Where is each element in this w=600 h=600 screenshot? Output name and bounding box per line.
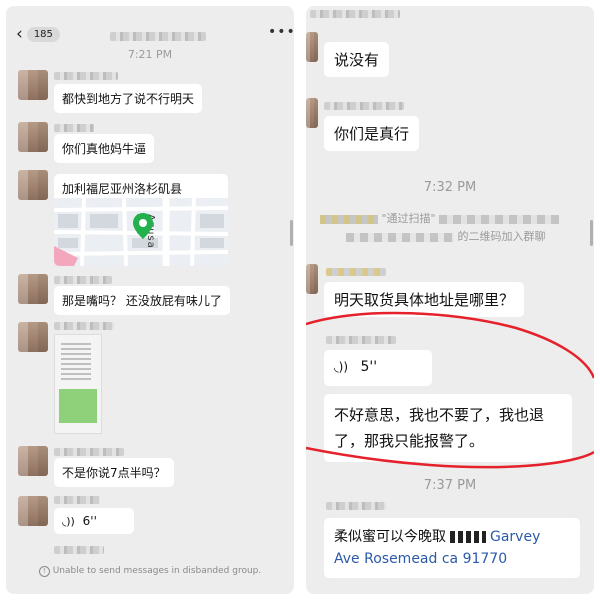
left-screenshot: ‹ 185 ••• 7:21 PM 都快到地方了说不行明天 你们真他妈牛逼 加利… xyxy=(6,6,294,594)
sender-name-blurred xyxy=(54,124,94,132)
notice-text: Unable to send messages in disbanded gro… xyxy=(52,566,262,576)
timestamp: 7:21 PM xyxy=(127,48,173,61)
message-text: 都快到地方了说不行明天 xyxy=(62,92,195,106)
more-options-icon[interactable]: ••• xyxy=(268,24,294,40)
chat-title-blurred xyxy=(110,32,206,41)
message-bubble[interactable]: 那是嘴吗？ 还没放屁有味儿了 xyxy=(54,286,230,315)
sender-name-blurred xyxy=(54,276,112,284)
avatar[interactable] xyxy=(18,496,48,526)
right-screenshot: 说没有 你们是真行 7:32 PM "通过扫描" 的二维码加入群聊 明天取货具体… xyxy=(306,6,594,594)
sender-name-blurred xyxy=(54,72,118,80)
location-pin-icon xyxy=(133,213,153,239)
chevron-left-icon: ‹ xyxy=(16,24,23,44)
avatar[interactable] xyxy=(18,322,48,352)
red-annotation-circle xyxy=(306,311,594,469)
blurred-green-block xyxy=(59,389,97,423)
sender-name-blurred xyxy=(54,448,124,456)
message-text: 你们真他妈牛逼 xyxy=(62,142,147,156)
avatar[interactable] xyxy=(18,446,48,476)
image-message[interactable] xyxy=(54,334,102,434)
avatar[interactable] xyxy=(18,70,48,100)
message-text: 那是嘴吗？ 还没放屁有味儿了 xyxy=(62,294,222,308)
scrollbar[interactable] xyxy=(290,220,293,246)
message-bubble[interactable]: 不是你说7点半吗？ xyxy=(54,458,174,487)
voice-message[interactable]: ◟)) 6'' xyxy=(54,508,134,534)
avatar[interactable] xyxy=(18,274,48,304)
avatar[interactable] xyxy=(18,122,48,152)
location-title: 加利福尼亚州洛杉矶县 xyxy=(62,182,183,196)
back-count-badge: 185 xyxy=(26,26,60,42)
disbanded-notice: ! Unable to send messages in disbanded gr… xyxy=(6,566,294,577)
voice-wave-icon: ◟)) xyxy=(62,515,75,528)
voice-duration: 6'' xyxy=(82,514,97,528)
scrollbar[interactable] xyxy=(590,220,593,246)
location-card[interactable]: 加利福尼亚州洛杉矶县 Azusa Ave xyxy=(54,174,228,266)
sender-name-blurred xyxy=(54,322,114,330)
sender-name-blurred xyxy=(54,546,104,554)
sender-name-blurred xyxy=(54,496,100,504)
message-text: 不是你说7点半吗？ xyxy=(62,466,166,480)
info-icon: ! xyxy=(38,566,50,577)
message-bubble[interactable]: 你们真他妈牛逼 xyxy=(54,134,155,163)
blurred-text-block xyxy=(61,343,91,383)
back-button[interactable]: ‹ 185 xyxy=(16,24,60,44)
avatar[interactable] xyxy=(18,170,48,200)
message-bubble[interactable]: 都快到地方了说不行明天 xyxy=(54,84,203,113)
